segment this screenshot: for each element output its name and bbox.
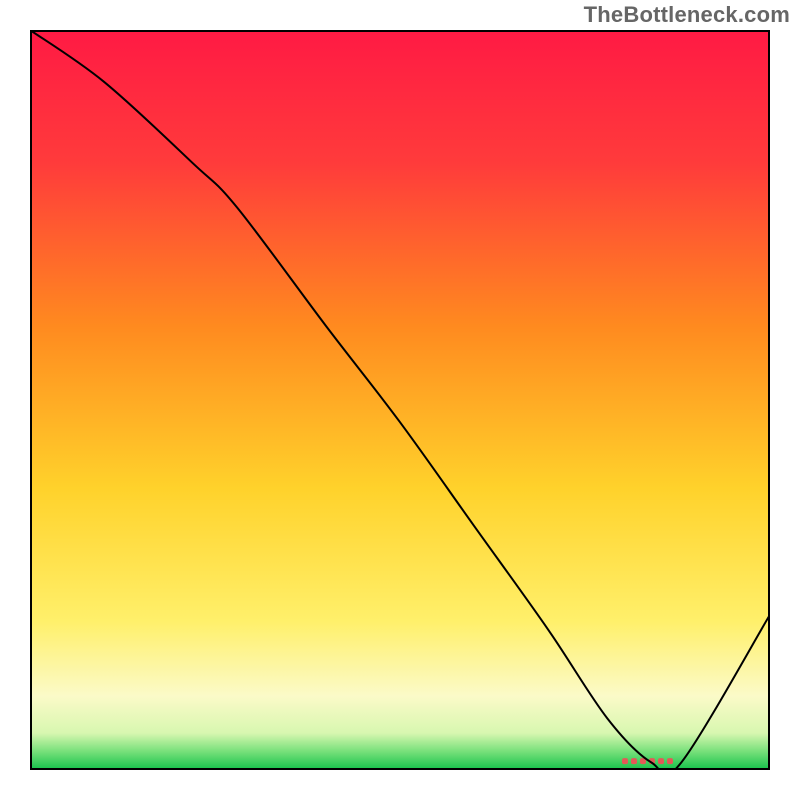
chart-background: [30, 30, 770, 770]
valley-marker-dash: [622, 758, 628, 764]
chart-svg: [30, 30, 770, 770]
valley-marker-dash: [658, 758, 664, 764]
watermark-text: TheBottleneck.com: [584, 2, 790, 28]
valley-marker-dash: [667, 758, 673, 764]
chart-plot-area: [30, 30, 770, 770]
valley-marker-dash: [631, 758, 637, 764]
chart-stage: TheBottleneck.com: [0, 0, 800, 800]
